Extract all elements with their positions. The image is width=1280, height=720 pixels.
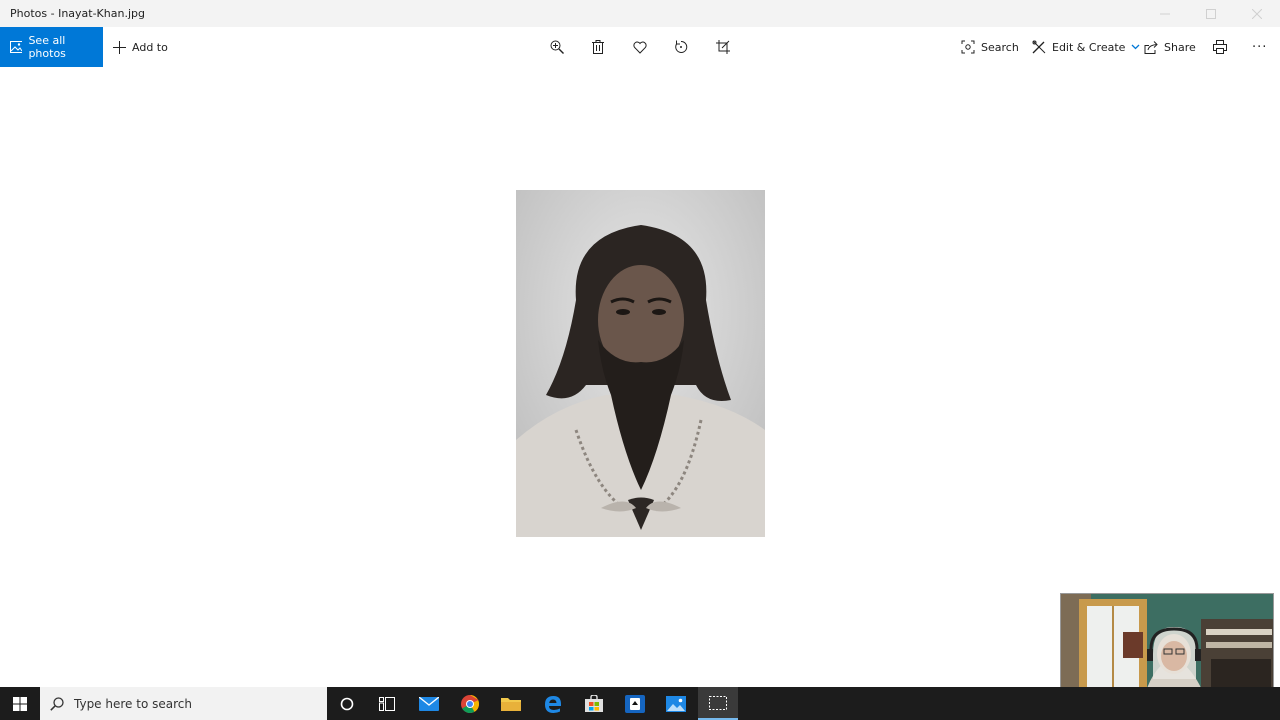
taskbar-edge[interactable]: [533, 687, 573, 720]
taskbar: Type here to search: [0, 687, 1280, 720]
chevron-down-icon: [1131, 44, 1140, 50]
start-button[interactable]: [0, 687, 40, 720]
close-icon: [1252, 8, 1262, 19]
see-all-photos-label: See all photos: [28, 34, 66, 60]
solitaire-icon: [625, 694, 645, 713]
favorite-icon: [633, 41, 647, 54]
rotate-button[interactable]: [670, 36, 692, 58]
see-all-photos-button[interactable]: See all photos: [0, 27, 103, 67]
edit-create-label: Edit & Create: [1052, 40, 1126, 54]
edit-create-button[interactable]: Edit & Create: [1032, 27, 1140, 67]
more-options-button[interactable]: ···: [1252, 27, 1267, 67]
chrome-icon: [461, 694, 479, 713]
minimize-button[interactable]: [1142, 0, 1188, 27]
mail-icon: [419, 696, 439, 711]
maximize-icon: [1206, 8, 1216, 19]
taskbar-store[interactable]: [574, 687, 614, 720]
portrait-photo: [516, 190, 765, 537]
crop-icon: [716, 40, 730, 54]
edit-pen-icon: [1032, 40, 1046, 54]
photos-icon: [666, 695, 686, 712]
edge-icon: [545, 695, 561, 713]
task-view-button[interactable]: [367, 687, 407, 720]
portrait-image: [516, 190, 765, 537]
zoom-icon: [550, 40, 564, 54]
taskbar-solitaire[interactable]: [615, 687, 655, 720]
add-to-label: Add to: [132, 40, 168, 54]
search-placeholder: Type here to search: [74, 696, 192, 711]
plus-icon: [113, 40, 126, 54]
taskbar-photos[interactable]: [656, 687, 696, 720]
delete-button[interactable]: [587, 36, 609, 58]
print-icon: [1213, 40, 1227, 54]
file-explorer-icon: [501, 698, 521, 711]
command-bar: See all photos Add to Search Edit & Crea…: [0, 27, 1280, 67]
taskbar-search-box[interactable]: Type here to search: [40, 687, 327, 720]
taskbar-snipping-tool[interactable]: [698, 687, 738, 720]
search-button[interactable]: Search: [961, 27, 1019, 67]
rotate-icon: [675, 40, 688, 53]
share-label: Share: [1164, 40, 1196, 54]
task-view-icon: [379, 696, 395, 711]
favorite-button[interactable]: [629, 36, 651, 58]
visual-search-icon: [961, 40, 975, 54]
snipping-tool-icon: [709, 695, 727, 710]
title-bar: Photos - Inayat-Khan.jpg: [0, 0, 1280, 27]
search-icon: [50, 696, 64, 711]
search-label: Search: [981, 40, 1019, 54]
share-icon: [1144, 40, 1158, 54]
photos-gallery-icon: [10, 41, 23, 53]
share-button[interactable]: Share: [1144, 27, 1196, 67]
cortana-button[interactable]: [327, 687, 367, 720]
taskbar-chrome[interactable]: [450, 687, 490, 720]
minimize-icon: [1160, 13, 1170, 14]
add-to-button[interactable]: Add to: [113, 27, 168, 67]
taskbar-file-explorer[interactable]: [491, 687, 531, 720]
zoom-button[interactable]: [546, 36, 568, 58]
delete-icon: [592, 40, 604, 54]
print-button[interactable]: [1209, 36, 1231, 58]
store-icon: [585, 695, 603, 712]
more-options-label: ···: [1252, 39, 1268, 55]
maximize-button[interactable]: [1188, 0, 1234, 27]
windows-start-icon: [13, 696, 27, 711]
cortana-icon: [340, 697, 354, 710]
window-title: Photos - Inayat-Khan.jpg: [10, 7, 145, 20]
taskbar-mail[interactable]: [409, 687, 449, 720]
crop-button[interactable]: [712, 36, 734, 58]
close-button[interactable]: [1234, 0, 1280, 27]
